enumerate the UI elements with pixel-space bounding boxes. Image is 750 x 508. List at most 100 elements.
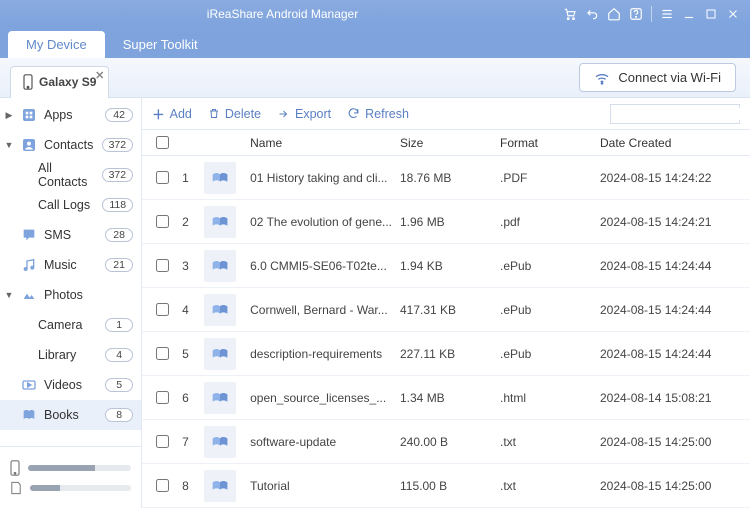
wifi-label: Connect via Wi-Fi bbox=[618, 70, 721, 85]
storage-row-sd bbox=[10, 481, 131, 495]
table-row[interactable]: 1 01 History taking and cli...18.76 MB.PD… bbox=[142, 156, 750, 200]
help-icon[interactable] bbox=[625, 3, 647, 25]
sidebar-item-label: Call Logs bbox=[38, 198, 96, 212]
minimize-icon[interactable] bbox=[678, 3, 700, 25]
count-badge: 5 bbox=[105, 378, 133, 392]
sidebar-item-apps[interactable]: ▶Apps42 bbox=[0, 100, 141, 130]
sidebar-item-contacts[interactable]: ▼Contacts372 bbox=[0, 130, 141, 160]
table-row[interactable]: 36.0 CMMI5-SE06-T02te...1.94 KB.ePub2024… bbox=[142, 244, 750, 288]
device-name: Galaxy S9 bbox=[39, 75, 96, 89]
row-format: .pdf bbox=[500, 215, 600, 229]
music-icon bbox=[20, 256, 38, 274]
row-index: 7 bbox=[182, 435, 204, 449]
row-checkbox[interactable] bbox=[156, 259, 169, 272]
row-size: 1.34 MB bbox=[400, 391, 500, 405]
col-name[interactable]: Name bbox=[250, 136, 400, 150]
row-date: 2024-08-15 14:24:44 bbox=[600, 259, 750, 273]
row-checkbox[interactable] bbox=[156, 171, 169, 184]
sidebar-item-music[interactable]: Music21 bbox=[0, 250, 141, 280]
row-date: 2024-08-15 14:24:44 bbox=[600, 303, 750, 317]
row-size: 240.00 B bbox=[400, 435, 500, 449]
videos-icon bbox=[20, 376, 38, 394]
row-format: .PDF bbox=[500, 171, 600, 185]
count-badge: 42 bbox=[105, 108, 133, 122]
row-size: 18.76 MB bbox=[400, 171, 500, 185]
maximize-icon[interactable] bbox=[700, 3, 722, 25]
refresh-button[interactable]: Refresh bbox=[347, 107, 409, 121]
contacts-icon bbox=[20, 136, 38, 154]
export-button[interactable]: Export bbox=[277, 107, 331, 121]
tab-my-device[interactable]: My Device bbox=[8, 31, 105, 58]
book-icon bbox=[204, 206, 236, 238]
col-date[interactable]: Date Created bbox=[600, 136, 750, 150]
sidebar-item-books[interactable]: Books8 bbox=[0, 400, 141, 430]
row-name: 02 The evolution of gene... bbox=[250, 215, 400, 229]
sidebar-item-label: Library bbox=[38, 348, 99, 362]
search-input[interactable] bbox=[616, 108, 750, 120]
row-format: .txt bbox=[500, 479, 600, 493]
row-name: Tutorial bbox=[250, 479, 400, 493]
book-icon bbox=[204, 470, 236, 502]
storage-panel bbox=[0, 446, 141, 508]
sidebar-item-videos[interactable]: Videos 5 bbox=[0, 370, 141, 400]
row-checkbox[interactable] bbox=[156, 347, 169, 360]
storage-bar-internal bbox=[28, 465, 95, 471]
sidebar-item-photos[interactable]: ▼Photos bbox=[0, 280, 141, 310]
wifi-icon bbox=[594, 71, 610, 85]
sidebar-item-camera[interactable]: Camera1 bbox=[0, 310, 141, 340]
device-tab[interactable]: Galaxy S9 ✕ bbox=[10, 66, 109, 98]
sidebar-item-label: Videos bbox=[44, 378, 99, 392]
row-size: 417.31 KB bbox=[400, 303, 500, 317]
trash-icon bbox=[208, 107, 220, 120]
row-checkbox[interactable] bbox=[156, 215, 169, 228]
add-button[interactable]: ＋Add bbox=[152, 104, 192, 123]
col-size[interactable]: Size bbox=[400, 136, 500, 150]
col-format[interactable]: Format bbox=[500, 136, 600, 150]
rows-container: 1 01 History taking and cli...18.76 MB.PD… bbox=[142, 156, 750, 508]
row-date: 2024-08-15 14:24:22 bbox=[600, 171, 750, 185]
sidebar-item-sms[interactable]: SMS28 bbox=[0, 220, 141, 250]
expand-arrow-icon: ▼ bbox=[4, 140, 14, 150]
count-badge: 21 bbox=[105, 258, 133, 272]
back-icon[interactable] bbox=[581, 3, 603, 25]
row-format: .txt bbox=[500, 435, 600, 449]
row-checkbox[interactable] bbox=[156, 479, 169, 492]
row-checkbox[interactable] bbox=[156, 435, 169, 448]
sidebar-item-all-contacts[interactable]: All Contacts372 bbox=[0, 160, 141, 190]
table-row[interactable]: 5description-requirements227.11 KB.ePub2… bbox=[142, 332, 750, 376]
select-all-checkbox[interactable] bbox=[156, 136, 169, 149]
row-size: 1.96 MB bbox=[400, 215, 500, 229]
row-format: .ePub bbox=[500, 259, 600, 273]
device-close-icon[interactable]: ✕ bbox=[95, 69, 104, 82]
tab-super-toolkit[interactable]: Super Toolkit bbox=[105, 31, 216, 58]
home-icon[interactable] bbox=[603, 3, 625, 25]
row-checkbox[interactable] bbox=[156, 391, 169, 404]
table-row[interactable]: 8Tutorial115.00 B.txt2024-08-15 14:25:00 bbox=[142, 464, 750, 508]
book-icon bbox=[204, 338, 236, 370]
row-format: .html bbox=[500, 391, 600, 405]
sidebar-item-library[interactable]: Library 4 bbox=[0, 340, 141, 370]
subheader: Galaxy S9 ✕ Connect via Wi-Fi bbox=[0, 58, 750, 98]
row-index: 2 bbox=[182, 215, 204, 229]
row-index: 5 bbox=[182, 347, 204, 361]
table-row[interactable]: 7software-update240.00 B.txt2024-08-15 1… bbox=[142, 420, 750, 464]
close-icon[interactable] bbox=[722, 3, 744, 25]
main-tabs: My Device Super Toolkit bbox=[0, 28, 750, 58]
table-row[interactable]: 4Cornwell, Bernard - War...417.31 KB.ePu… bbox=[142, 288, 750, 332]
table-row[interactable]: 202 The evolution of gene...1.96 MB.pdf2… bbox=[142, 200, 750, 244]
sidebar-item-call-logs[interactable]: Call Logs118 bbox=[0, 190, 141, 220]
count-badge: 4 bbox=[105, 348, 133, 362]
search-box[interactable] bbox=[610, 104, 740, 124]
delete-button[interactable]: Delete bbox=[208, 107, 261, 121]
row-name: Cornwell, Bernard - War... bbox=[250, 303, 400, 317]
sidebar-tree: ▶Apps42▼Contacts372All Contacts372Call L… bbox=[0, 98, 141, 446]
table-row[interactable]: 6open_source_licenses_...1.34 MB.html202… bbox=[142, 376, 750, 420]
row-date: 2024-08-15 14:25:00 bbox=[600, 435, 750, 449]
row-name: 01 History taking and cli... bbox=[250, 171, 400, 185]
menu-icon[interactable] bbox=[656, 3, 678, 25]
cart-icon[interactable] bbox=[559, 3, 581, 25]
connect-wifi-button[interactable]: Connect via Wi-Fi bbox=[579, 63, 736, 92]
row-checkbox[interactable] bbox=[156, 303, 169, 316]
export-icon bbox=[277, 108, 290, 120]
row-index: 1 bbox=[182, 171, 204, 185]
